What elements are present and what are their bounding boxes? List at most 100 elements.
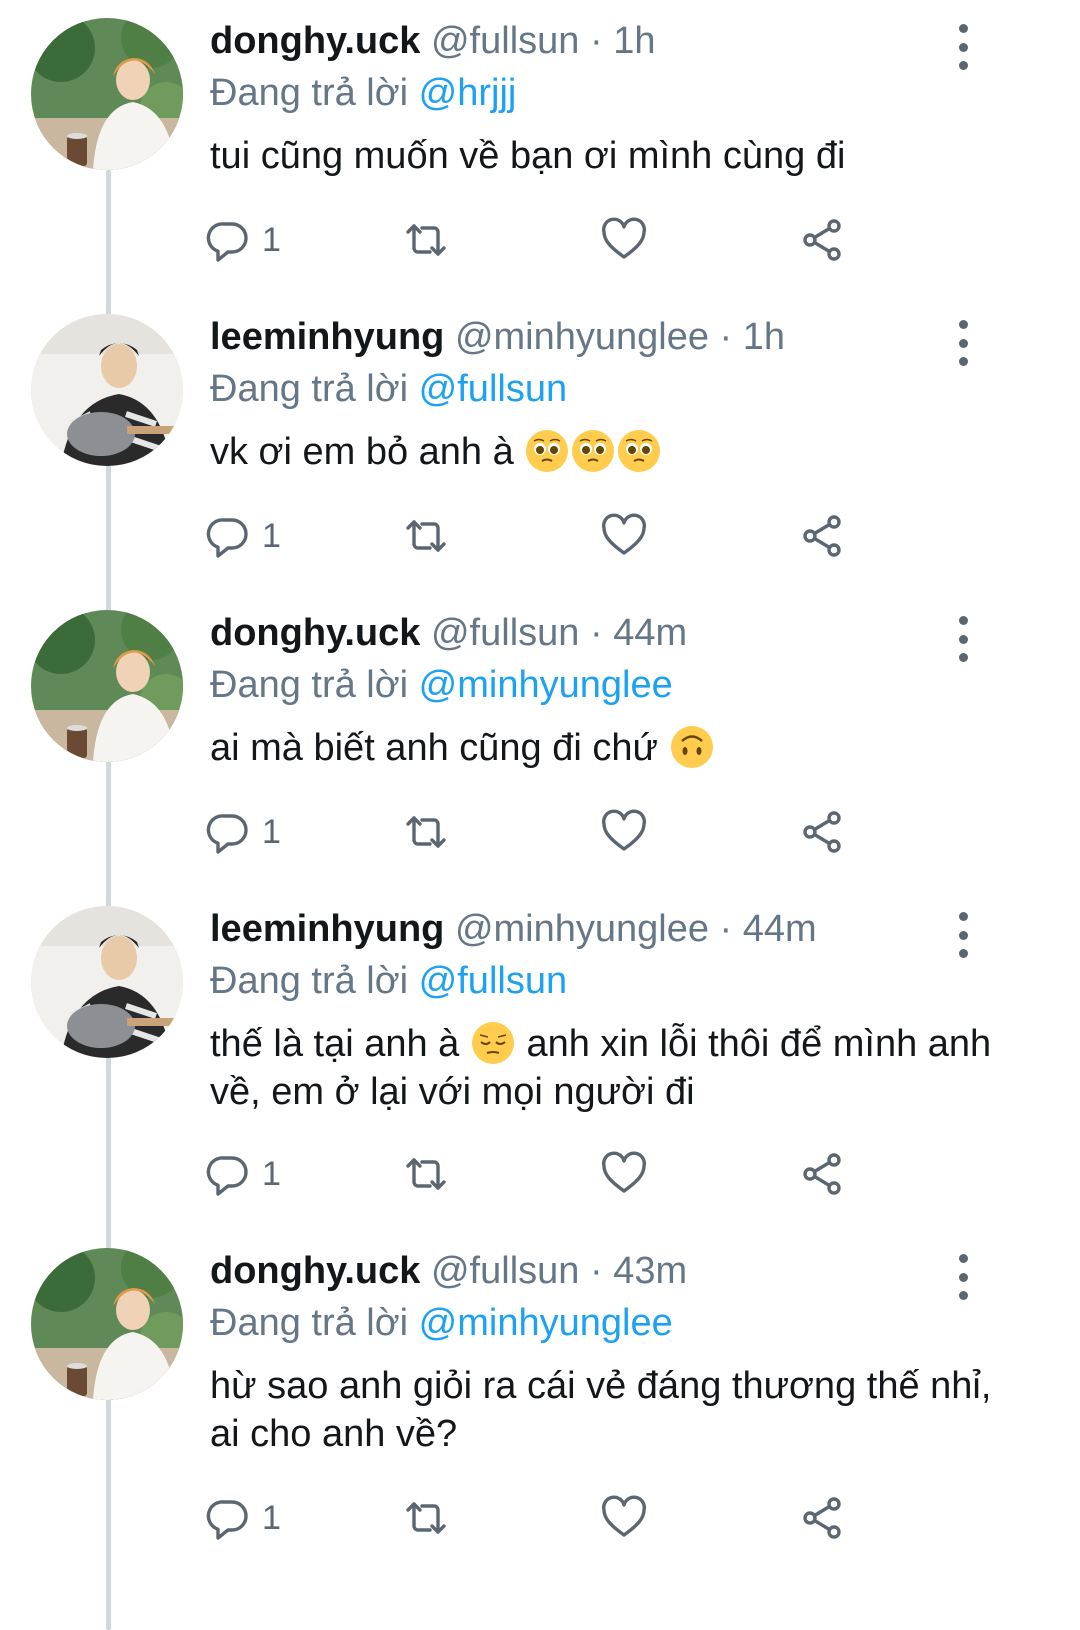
tweet-body: leeminhyung @minhyunglee · 1h Đang trả lờ… <box>210 296 1020 476</box>
tweet-text-main: vk ơi em bỏ anh à <box>210 431 514 473</box>
like-button[interactable] <box>600 802 648 862</box>
user-handle[interactable]: @fullsun <box>431 1250 579 1292</box>
reply-button[interactable]: 1 <box>204 210 281 270</box>
retweet-icon <box>402 512 450 560</box>
tweet-text: hừ sao anh giỏi ra cái vẻ đáng thương th… <box>210 1362 1020 1458</box>
reply-icon <box>204 216 252 264</box>
separator-dot: · <box>579 612 614 654</box>
user-handle[interactable]: @minhyunglee <box>455 908 709 950</box>
tweet-text-main: ai mà biết anh cũng đi chứ <box>210 727 658 769</box>
tweet-actions: 1 <box>206 802 910 862</box>
replying-to: Đang trả lời @minhyunglee <box>210 662 1020 708</box>
reply-mention-link[interactable]: @minhyunglee <box>419 664 673 706</box>
avatar[interactable] <box>31 610 183 762</box>
reply-icon <box>204 512 252 560</box>
tweet-body: donghy.uck @fullsun · 1h Đang trả lời @hr… <box>210 0 1020 180</box>
like-icon <box>600 216 648 264</box>
retweet-button[interactable] <box>402 210 450 270</box>
timestamp[interactable]: 44m <box>613 612 687 654</box>
more-icon[interactable] <box>954 24 972 70</box>
tweet-body: donghy.uck @fullsun · 43m Đang trả lời @m… <box>210 1230 1020 1458</box>
tweet-actions: 1 <box>206 1144 910 1204</box>
tweet-actions: 1 <box>206 1488 910 1548</box>
display-name[interactable]: donghy.uck <box>210 1250 420 1292</box>
user-handle[interactable]: @minhyunglee <box>455 316 709 358</box>
like-icon <box>600 1150 648 1198</box>
reply-count: 1 <box>262 1498 281 1537</box>
upside-down-face-emoji <box>670 726 713 768</box>
reply-button[interactable]: 1 <box>204 802 281 862</box>
timestamp[interactable]: 1h <box>613 20 655 62</box>
retweet-button[interactable] <box>402 1488 450 1548</box>
share-icon <box>798 216 846 264</box>
like-button[interactable] <box>600 1144 648 1204</box>
display-name[interactable]: leeminhyung <box>210 316 444 358</box>
reply-mention-link[interactable]: @fullsun <box>419 960 567 1002</box>
reply-prefix: Đang trả lời <box>210 368 409 410</box>
reply-prefix: Đang trả lời <box>210 960 409 1002</box>
user-handle[interactable]: @fullsun <box>431 612 579 654</box>
avatar[interactable] <box>31 18 183 170</box>
retweet-button[interactable] <box>402 506 450 566</box>
timestamp[interactable]: 43m <box>613 1250 687 1292</box>
pensive-face-emoji <box>471 1022 514 1064</box>
reply-count: 1 <box>262 220 281 259</box>
tweet-header: leeminhyung @minhyunglee · 1h <box>210 314 1020 360</box>
share-button[interactable] <box>798 210 846 270</box>
tweet-text-main: hừ sao anh giỏi ra cái vẻ đáng thương th… <box>210 1365 992 1455</box>
share-button[interactable] <box>798 802 846 862</box>
reply-icon <box>204 1494 252 1542</box>
like-button[interactable] <box>600 506 648 566</box>
share-icon <box>798 512 846 560</box>
like-icon <box>600 1494 648 1542</box>
reply-mention-link[interactable]: @fullsun <box>419 368 567 410</box>
retweet-icon <box>402 1150 450 1198</box>
replying-to: Đang trả lời @minhyunglee <box>210 1300 1020 1346</box>
tweet[interactable]: donghy.uck @fullsun · 44m Đang trả lời @m… <box>0 592 1080 912</box>
pleading-face-emoji <box>618 430 661 472</box>
reply-button[interactable]: 1 <box>204 1488 281 1548</box>
share-button[interactable] <box>798 1144 846 1204</box>
tweet-header: donghy.uck @fullsun · 1h <box>210 18 1020 64</box>
reply-prefix: Đang trả lời <box>210 664 409 706</box>
reply-prefix: Đang trả lời <box>210 1302 409 1344</box>
more-icon[interactable] <box>954 616 972 662</box>
tweet-actions: 1 <box>206 210 910 270</box>
user-handle[interactable]: @fullsun <box>431 20 579 62</box>
display-name[interactable]: donghy.uck <box>210 20 420 62</box>
tweet[interactable]: donghy.uck @fullsun · 1h Đang trả lời @hr… <box>0 0 1080 320</box>
avatar[interactable] <box>31 1248 183 1400</box>
share-icon <box>798 1150 846 1198</box>
timestamp[interactable]: 1h <box>743 316 785 358</box>
pleading-face-emoji <box>526 430 569 472</box>
avatar[interactable] <box>31 906 183 1058</box>
reply-button[interactable]: 1 <box>204 1144 281 1204</box>
like-button[interactable] <box>600 210 648 270</box>
tweet[interactable]: leeminhyung @minhyunglee · 1h Đang trả lờ… <box>0 296 1080 616</box>
reply-mention-link[interactable]: @hrjjj <box>419 72 517 114</box>
tweet-body: leeminhyung @minhyunglee · 44m Đang trả l… <box>210 888 1020 1116</box>
more-icon[interactable] <box>954 320 972 366</box>
reply-icon <box>204 808 252 856</box>
share-button[interactable] <box>798 506 846 566</box>
tweet-text: tui cũng muốn về bạn ơi mình cùng đi <box>210 132 1020 180</box>
reply-mention-link[interactable]: @minhyunglee <box>419 1302 673 1344</box>
more-icon[interactable] <box>954 912 972 958</box>
avatar[interactable] <box>31 314 183 466</box>
reply-button[interactable]: 1 <box>204 506 281 566</box>
separator-dot: · <box>709 908 743 950</box>
separator-dot: · <box>709 316 743 358</box>
tweet-text-main: tui cũng muốn về bạn ơi mình cùng đi <box>210 135 846 177</box>
retweet-button[interactable] <box>402 1144 450 1204</box>
like-button[interactable] <box>600 1488 648 1548</box>
retweet-button[interactable] <box>402 802 450 862</box>
more-icon[interactable] <box>954 1254 972 1300</box>
share-button[interactable] <box>798 1488 846 1548</box>
pleading-face-emoji <box>572 430 615 472</box>
display-name[interactable]: donghy.uck <box>210 612 420 654</box>
timestamp[interactable]: 44m <box>743 908 817 950</box>
reply-count: 1 <box>262 1154 281 1193</box>
display-name[interactable]: leeminhyung <box>210 908 444 950</box>
retweet-icon <box>402 808 450 856</box>
tweet-header: donghy.uck @fullsun · 44m <box>210 610 1020 656</box>
